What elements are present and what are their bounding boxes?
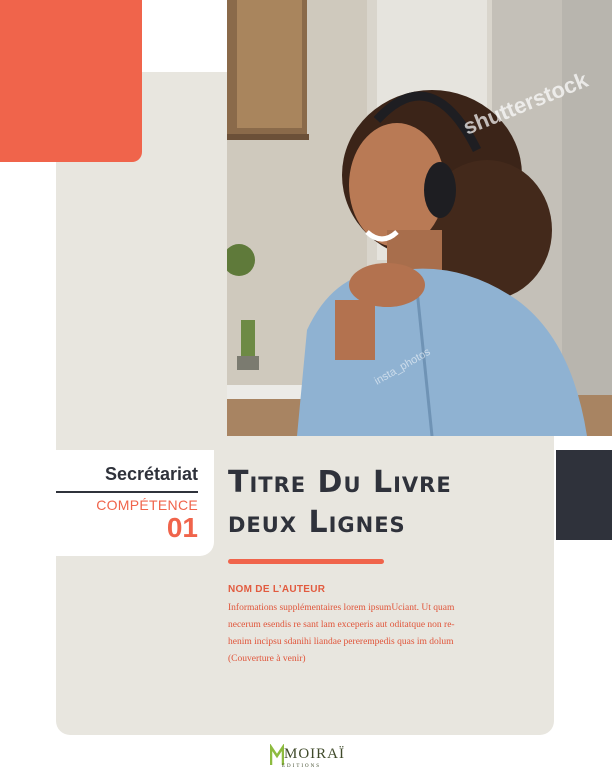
description-line: necerum esendis re sant lam exceperis au… (228, 620, 455, 630)
dark-accent-block (556, 450, 612, 540)
description-line: Informations supplémentaires lorem ipsum… (228, 603, 455, 613)
description: Informations supplémentaires lorem ipsum… (228, 600, 484, 668)
cover-photo: shutterstock insta_photos (227, 0, 612, 436)
competence-label: COMPÉTENCE (96, 497, 198, 513)
publisher-logo: MOIRAÏ EDITIONS (270, 744, 345, 776)
white-spacer (142, 0, 228, 72)
title-underline (228, 559, 384, 564)
series-label-card: Secrétariat COMPÉTENCE 01 (56, 450, 214, 556)
logo-mark-icon (270, 744, 284, 765)
description-line: henim incipsu sdanihi liandae pereremped… (228, 637, 454, 647)
title-line-1: Titre Du Livre (228, 465, 452, 500)
book-title: Titre Du Livre deux Lignes (228, 463, 548, 543)
description-line: (Couverture à venir) (228, 654, 306, 664)
title-line-2: deux Lignes (228, 505, 406, 540)
orange-accent-block (0, 0, 142, 162)
series-divider (56, 491, 198, 493)
logo-subtitle: EDITIONS (282, 764, 322, 769)
logo-text: MOIRAÏ (284, 746, 345, 762)
author-name: NOM DE L’AUTEUR (228, 584, 326, 595)
competence-number: 01 (166, 512, 198, 543)
series-title: Secrétariat (104, 464, 198, 484)
